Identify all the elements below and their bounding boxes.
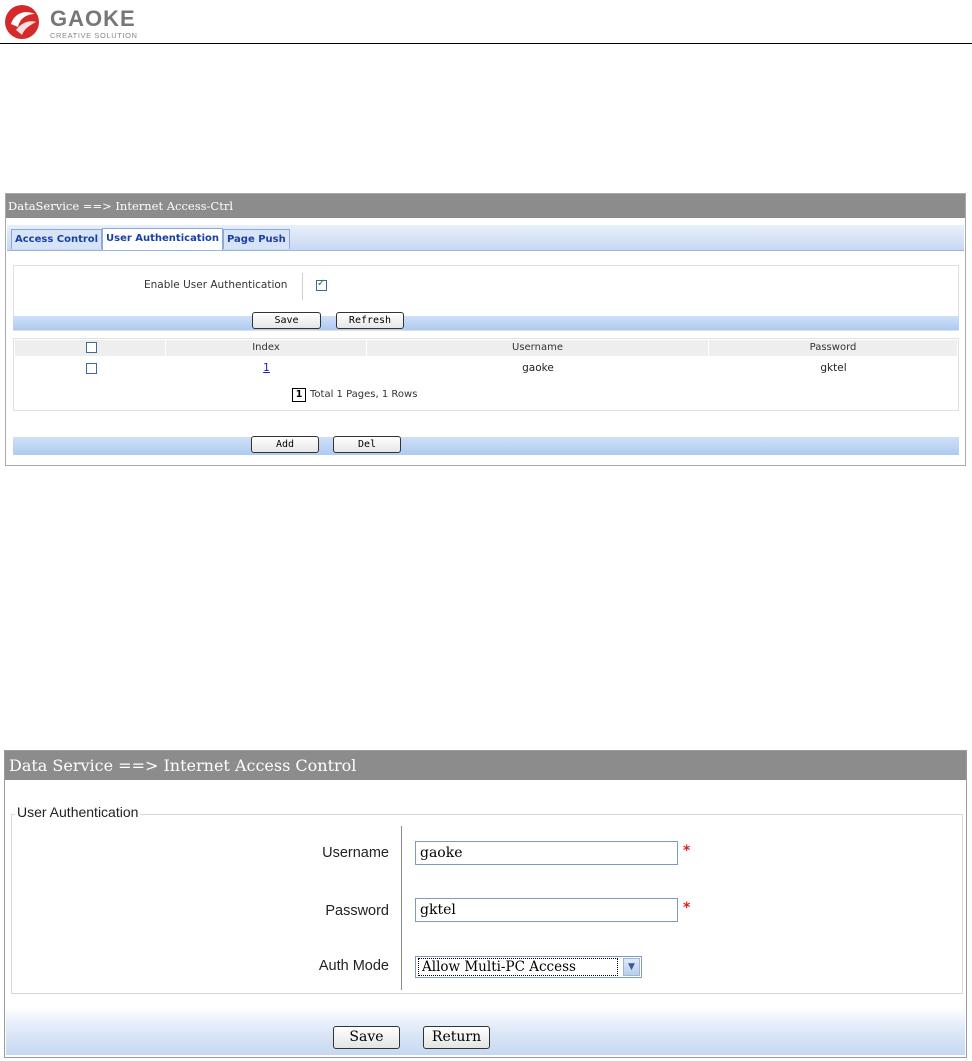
panel-title: Data Service ==> Internet Access Control [5,751,966,780]
auth-mode-select[interactable]: Allow Multi-PC Access ▼ [415,956,642,978]
select-all-checkbox[interactable] [86,342,97,353]
username-field[interactable]: gaoke [415,841,678,865]
password-label: Password [325,903,389,919]
panel-title: DataService ==> Internet Access-Ctrl [6,194,965,218]
pagination-summary: Total 1 Pages, 1 Rows [310,389,418,400]
save-button[interactable]: Save [252,312,321,329]
enable-user-auth-label: Enable User Authentication [144,279,288,291]
username-required-mark: * [683,843,691,859]
table-button-strip [13,437,959,455]
gaoke-logo-icon [5,5,39,39]
tab-user-authentication[interactable]: User Authentication [102,228,224,250]
table-header-row: Index Username Password [15,340,958,356]
del-button[interactable]: Del [333,436,401,453]
tab-access-control[interactable]: Access Control [11,229,103,249]
password-required-mark: * [683,900,691,916]
row-username: gaoke [522,362,554,374]
header-select-all-cell [15,340,166,356]
header-username: Username [367,340,709,356]
row-index-link[interactable]: 1 [263,362,270,374]
tab-bar: Access Control User Authentication Page … [7,225,964,251]
form-divider [401,826,402,990]
row-password: gktel [820,362,847,374]
password-field[interactable]: gktel [415,898,678,922]
header-divider [0,43,972,44]
refresh-button[interactable]: Refresh [336,312,404,329]
add-button[interactable]: Add [251,436,319,453]
enable-user-auth-checkbox[interactable] [316,278,327,291]
auth-mode-label: Auth Mode [318,958,389,974]
row-index-cell: 1 [166,360,367,376]
gaoke-logo: GAOKE CREATIVE SOLUTION [2,2,172,42]
header-password: Password [709,340,958,356]
row-select-cell [15,360,166,376]
logo-wordmark: GAOKE [50,6,136,31]
document-header: GAOKE CREATIVE SOLUTION [0,0,972,44]
return-button[interactable]: Return [423,1026,490,1049]
page-number-1[interactable]: 1 [292,388,306,402]
username-label: Username [322,845,389,861]
auth-mode-selected-value: Allow Multi-PC Access [418,958,618,976]
row-checkbox[interactable] [86,363,97,374]
user-auth-edit-panel: Data Service ==> Internet Access Control… [4,750,967,1058]
save-button[interactable]: Save [333,1026,400,1049]
tab-page-push[interactable]: Page Push [223,229,290,249]
form-divider [302,273,303,300]
access-control-panel: DataService ==> Internet Access-Ctrl Acc… [5,193,966,466]
header-index: Index [166,340,367,356]
logo-tagline: CREATIVE SOLUTION [50,31,138,40]
fieldset-legend: User Authentication [15,804,141,820]
chevron-down-icon: ▼ [623,958,640,976]
form-button-strip [13,316,959,330]
